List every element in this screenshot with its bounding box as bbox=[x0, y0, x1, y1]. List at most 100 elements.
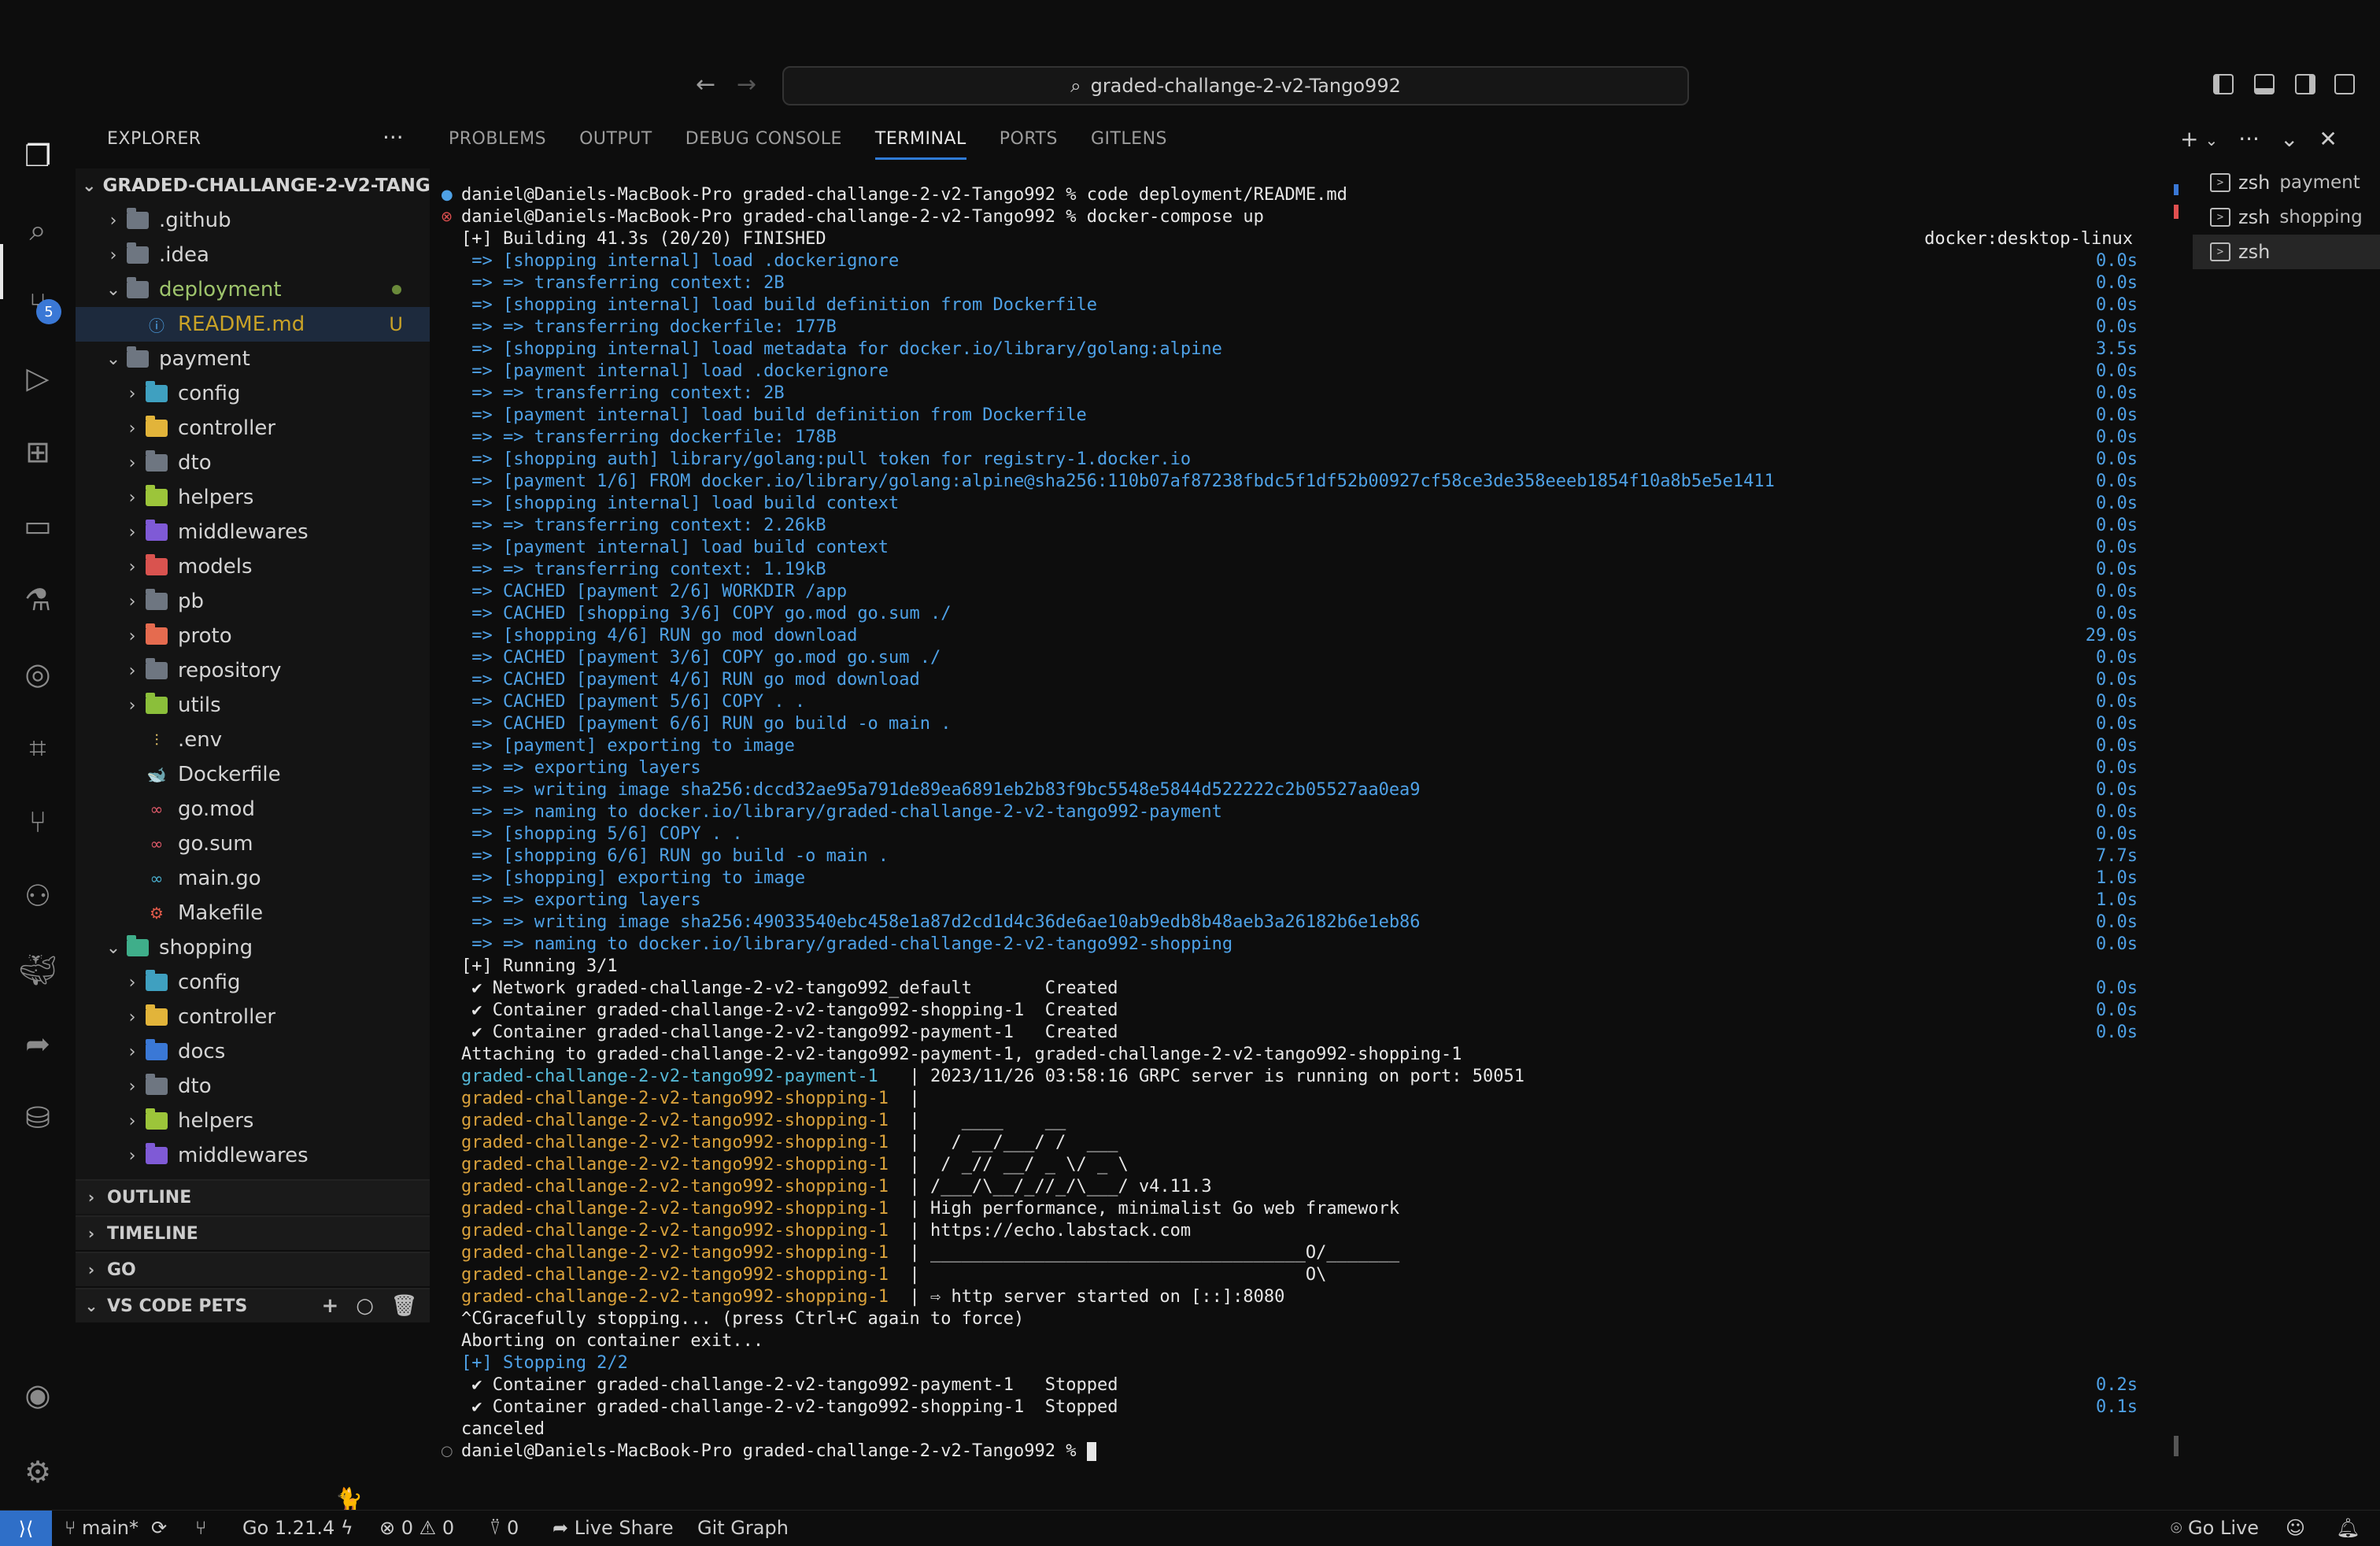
go-version-status[interactable]: Go 1.21.4 ϟ bbox=[242, 1517, 353, 1539]
tab-gitlens[interactable]: GITLENS bbox=[1091, 118, 1167, 165]
arrow-right-icon[interactable]: → bbox=[737, 71, 756, 98]
tree-item[interactable]: › dto bbox=[76, 1069, 430, 1104]
live-share-icon[interactable]: ➦ bbox=[17, 1023, 58, 1064]
tab-ports[interactable]: PORTS bbox=[1000, 118, 1058, 165]
tree-item[interactable]: › middlewares bbox=[76, 1138, 430, 1173]
tree-item[interactable]: › docs bbox=[76, 1034, 430, 1069]
terminal[interactable]: docker:desktop-linux ● daniel@Daniels-Mac… bbox=[441, 184, 2164, 1475]
extensions-icon[interactable]: ⊞ bbox=[17, 431, 58, 472]
gitlens-icon[interactable]: ⑂ bbox=[195, 1517, 206, 1539]
explorer-icon[interactable]: ❐ bbox=[17, 135, 58, 176]
command-decoration-icon[interactable]: ⊗ bbox=[441, 206, 453, 228]
ports-status[interactable]: ⍢ 0 bbox=[490, 1517, 519, 1539]
tree-item[interactable]: ⌄ deployment bbox=[76, 272, 430, 307]
tree-item[interactable]: › proto bbox=[76, 619, 430, 653]
docker-icon[interactable]: 🐳︎ bbox=[17, 949, 58, 990]
command-decoration-icon[interactable]: ○ bbox=[441, 1441, 453, 1463]
tree-item[interactable]: › middlewares bbox=[76, 515, 430, 549]
arrow-left-icon[interactable]: ← bbox=[696, 71, 715, 98]
git-graph-status[interactable]: Git Graph bbox=[697, 1517, 789, 1539]
tree-item[interactable]: ⌄ payment bbox=[76, 342, 430, 376]
toggle-secondary-sidebar-icon[interactable] bbox=[2295, 74, 2315, 94]
terminal-instance[interactable]: > zsh payment bbox=[2193, 165, 2380, 200]
branch-status[interactable]: ⑂ main* bbox=[65, 1517, 139, 1539]
gitlens-icon[interactable]: ◎ bbox=[17, 653, 58, 694]
tree-item[interactable]: ∞ go.mod bbox=[76, 792, 430, 827]
tree-item[interactable]: ⓘ README.md U bbox=[76, 307, 430, 342]
go-live-status[interactable]: ⌾ Go Live bbox=[2171, 1517, 2259, 1539]
broadcast-icon: ⌾ bbox=[2171, 1517, 2182, 1539]
workspace-root[interactable]: ⌄ GRADED-CHALLANGE-2-V2-TANG... bbox=[76, 168, 430, 203]
terminal-instance[interactable]: > zsh shopping bbox=[2193, 200, 2380, 235]
close-panel-icon[interactable]: ✕ bbox=[2319, 126, 2337, 152]
tab-problems[interactable]: PROBLEMS bbox=[449, 118, 546, 165]
file-icon: ⓘ bbox=[149, 316, 164, 335]
tree-item[interactable]: ∞ main.go bbox=[76, 861, 430, 896]
toggle-panel-icon[interactable] bbox=[2254, 74, 2275, 94]
accounts-icon[interactable]: ◉ bbox=[17, 1374, 58, 1415]
tree-item[interactable]: › utils bbox=[76, 688, 430, 723]
customize-layout-icon[interactable] bbox=[2334, 74, 2355, 94]
section-outline[interactable]: › OUTLINE bbox=[76, 1179, 430, 1214]
collapse-panel-icon[interactable]: ⌄ bbox=[2280, 126, 2298, 152]
database-icon[interactable]: ⛁ bbox=[17, 1097, 58, 1138]
tree-item[interactable]: › models bbox=[76, 549, 430, 584]
terminal-scrollbar[interactable] bbox=[2174, 184, 2179, 1459]
tree-item[interactable]: › helpers bbox=[76, 1104, 430, 1138]
terminal-line: graded-challange-2-v2-tango992-shopping-… bbox=[461, 1154, 1129, 1176]
remote-indicator-icon[interactable]: ⟩⟨ bbox=[0, 1511, 52, 1546]
folder-shape bbox=[127, 208, 149, 229]
section-timeline[interactable]: › TIMELINE bbox=[76, 1215, 430, 1250]
trash-icon[interactable]: 🗑︎ bbox=[391, 1294, 417, 1318]
terminal-name: zsh bbox=[2238, 241, 2271, 263]
run-debug-icon[interactable]: ▷ bbox=[17, 357, 58, 398]
git-graph-icon[interactable]: ⑂ bbox=[17, 801, 58, 842]
tree-item[interactable]: › .github bbox=[76, 203, 430, 238]
manage-gear-icon[interactable]: ⚙ bbox=[17, 1452, 58, 1492]
tree-item[interactable]: › pb bbox=[76, 584, 430, 619]
more-actions-icon[interactable]: ··· bbox=[382, 124, 404, 150]
throw-ball-icon[interactable]: ○ bbox=[356, 1294, 374, 1318]
tab-terminal[interactable]: TERMINAL bbox=[874, 118, 966, 165]
tree-item[interactable]: › dto bbox=[76, 446, 430, 480]
command-decoration-icon[interactable]: ● bbox=[441, 184, 453, 206]
tree-item[interactable]: ∞ go.sum bbox=[76, 827, 430, 861]
tree-item[interactable]: › controller bbox=[76, 411, 430, 446]
search-icon[interactable]: ⌕ bbox=[17, 209, 58, 250]
command-center-search[interactable]: ⌕ graded-challange-2-v2-Tango992 bbox=[782, 66, 1689, 105]
feedback-icon[interactable]: ☺ bbox=[2286, 1517, 2305, 1539]
testing-icon[interactable]: ⚗ bbox=[17, 579, 58, 620]
tree-item[interactable]: › helpers bbox=[76, 480, 430, 515]
tree-item[interactable]: › controller bbox=[76, 1000, 430, 1034]
more-actions-icon[interactable]: ··· bbox=[2238, 126, 2260, 152]
tab-debug-console[interactable]: DEBUG CONSOLE bbox=[686, 118, 842, 165]
tree-item[interactable]: › repository bbox=[76, 653, 430, 688]
step-duration: 0.0s bbox=[2096, 912, 2138, 932]
remote-explorer-icon[interactable]: ▭ bbox=[17, 505, 58, 546]
tree-item[interactable]: ⚙ Makefile bbox=[76, 896, 430, 930]
terminal-text: Aborting on container exit... bbox=[461, 1331, 764, 1351]
tab-output[interactable]: OUTPUT bbox=[579, 118, 652, 165]
new-terminal-icon[interactable]: + bbox=[2180, 126, 2198, 152]
toggle-primary-sidebar-icon[interactable] bbox=[2213, 74, 2234, 94]
tree-item[interactable]: ⌄ shopping bbox=[76, 930, 430, 965]
section-go[interactable]: › GO bbox=[76, 1252, 430, 1286]
live-share-status[interactable]: ➦ Live Share bbox=[552, 1517, 674, 1539]
tree-item[interactable]: › .idea bbox=[76, 238, 430, 272]
notifications-bell-icon[interactable]: 🔔︎ bbox=[2336, 1517, 2360, 1539]
tree-item[interactable]: › config bbox=[76, 965, 430, 1000]
step-duration: 7.7s bbox=[2096, 846, 2138, 866]
tree-item[interactable]: › config bbox=[76, 376, 430, 411]
section-vs-code-pets[interactable]: ⌄ VS CODE PETS + ○ 🗑︎ bbox=[76, 1288, 430, 1322]
api-icon[interactable]: ⌗ bbox=[17, 727, 58, 768]
terminal-instance[interactable]: > zsh bbox=[2193, 235, 2380, 269]
terminal-dropdown-icon[interactable]: ⌄ bbox=[2204, 126, 2218, 152]
folder-shape bbox=[146, 1074, 168, 1095]
containers-icon[interactable]: ⚇ bbox=[17, 875, 58, 916]
add-pet-icon[interactable]: + bbox=[322, 1294, 339, 1318]
problems-status[interactable]: ⊗ 0 ⚠ 0 bbox=[379, 1517, 454, 1539]
sync-icon[interactable]: ⟳ bbox=[151, 1517, 167, 1539]
terminal-line: => CACHED [payment 2/6] WORKDIR /app bbox=[461, 581, 847, 603]
tree-item[interactable]: ⫶ .env bbox=[76, 723, 430, 757]
tree-item[interactable]: 🐋 Dockerfile bbox=[76, 757, 430, 792]
